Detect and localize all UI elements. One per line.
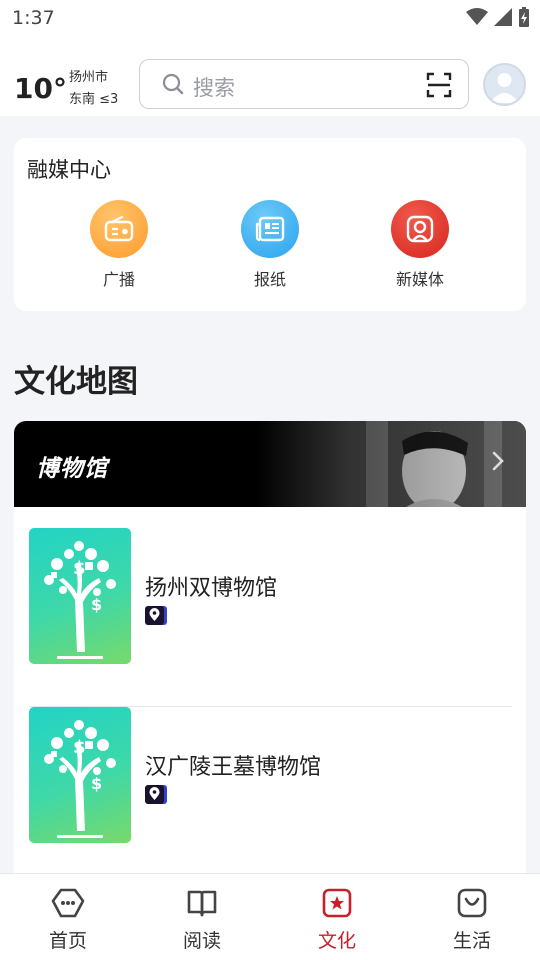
- scan-icon[interactable]: [426, 72, 452, 98]
- new-media-icon: [391, 200, 449, 258]
- search-input[interactable]: 搜索: [139, 59, 469, 109]
- list-item[interactable]: $ $ 扬州双博物馆: [29, 528, 512, 707]
- museum-name: 汉广陵王墓博物馆: [145, 755, 322, 780]
- wifi-icon: [466, 8, 488, 25]
- museum-list-card: 博物馆 $ $ 扬州双博物馆 $ $ 汉广陵王墓博物馆: [14, 421, 526, 891]
- chevron-right-icon: [492, 451, 504, 471]
- money-tree-icon: $ $: [44, 541, 116, 659]
- svg-text:$: $: [91, 774, 102, 793]
- museum-thumbnail: $ $: [29, 528, 131, 664]
- search-icon: [162, 73, 184, 95]
- home-icon: [51, 888, 85, 918]
- nav-label: 阅读: [182, 930, 221, 952]
- media-item-new-media[interactable]: 新媒体: [375, 200, 465, 290]
- city-name: 扬州市: [69, 70, 109, 85]
- avatar[interactable]: [483, 63, 526, 106]
- museum-banner[interactable]: 博物馆: [14, 421, 526, 507]
- location-pin-icon[interactable]: [145, 785, 167, 804]
- media-item-newspaper[interactable]: 报纸: [225, 200, 315, 290]
- museum-thumbnail: $ $: [29, 707, 131, 843]
- nav-label: 首页: [48, 930, 87, 952]
- book-icon: [187, 890, 217, 917]
- bottom-nav: 首页 阅读 文化 生活: [0, 873, 540, 960]
- svg-text:$: $: [73, 558, 86, 579]
- status-bar: 1:37: [0, 0, 540, 36]
- battery-icon: [519, 7, 529, 27]
- search-placeholder: 搜索: [193, 76, 235, 100]
- culture-icon: [322, 888, 352, 918]
- media-item-label: 报纸: [253, 270, 286, 289]
- culture-map-title: 文化地图: [14, 364, 138, 400]
- museum-name: 扬州双博物馆: [145, 576, 278, 601]
- statue-image: [256, 421, 526, 507]
- nav-item-life[interactable]: 生活: [432, 888, 512, 953]
- svg-text:$: $: [73, 737, 86, 758]
- newspaper-icon: [241, 200, 299, 258]
- media-center-title: 融媒中心: [27, 158, 111, 182]
- list-item[interactable]: $ $ 汉广陵王墓博物馆: [29, 707, 512, 886]
- nav-label: 文化: [317, 930, 356, 952]
- media-item-radio[interactable]: 广播: [74, 200, 164, 290]
- media-item-label: 广播: [102, 270, 135, 289]
- money-tree-icon: $ $: [44, 720, 116, 838]
- nav-label: 生活: [452, 930, 491, 952]
- status-time: 1:37: [12, 7, 55, 29]
- media-item-label: 新媒体: [395, 270, 444, 289]
- life-bag-icon: [457, 888, 487, 918]
- signal-icon: [494, 8, 512, 26]
- status-icons: [466, 7, 530, 27]
- svg-text:$: $: [91, 595, 102, 614]
- wind-info: 东南 ≤3: [69, 92, 119, 107]
- nav-item-home[interactable]: 首页: [28, 888, 108, 953]
- media-center-card: 融媒中心 广播 报纸 新媒体: [14, 138, 526, 311]
- user-avatar-icon: [490, 73, 519, 103]
- banner-title: 博物馆: [36, 456, 108, 482]
- header: 10° 扬州市 东南 ≤3 搜索: [0, 36, 540, 116]
- nav-item-read[interactable]: 阅读: [162, 888, 242, 953]
- temperature: 10°: [14, 72, 67, 105]
- nav-item-culture[interactable]: 文化: [297, 888, 377, 953]
- location-pin-icon[interactable]: [145, 606, 167, 625]
- radio-icon: [90, 200, 148, 258]
